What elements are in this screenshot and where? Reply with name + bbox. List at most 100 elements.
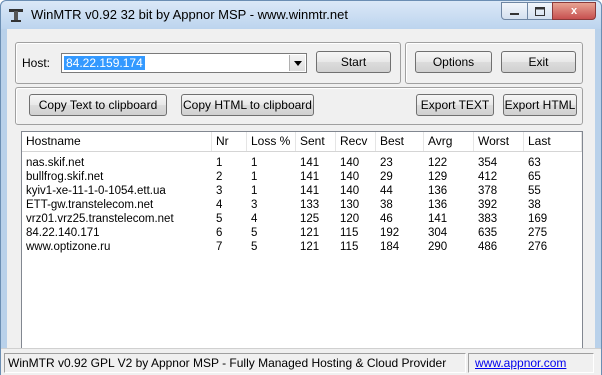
table-cell-nr: 4 <box>216 199 223 211</box>
maximize-button[interactable] <box>527 2 553 20</box>
table-cell-worst: 392 <box>478 199 498 211</box>
table-cell-best: 44 <box>380 185 393 197</box>
table-row[interactable]: kyiv1-xe-11-1-0-1054.ett.ua 3 1 141 140 44 136… <box>22 184 582 198</box>
table-cell-sent: 121 <box>300 227 320 239</box>
table-cell-sent: 141 <box>300 171 320 183</box>
table-cell-last: 65 <box>528 171 541 183</box>
table-cell-last: 63 <box>528 157 541 169</box>
table-cell-nr: 7 <box>216 241 223 253</box>
column-header-loss[interactable]: Loss % <box>247 132 296 151</box>
winmtr-window: WinMTR v0.92 32 bit by Appnor MSP - www.… <box>0 0 602 375</box>
table-cell-loss: 1 <box>251 171 258 183</box>
table-cell-recv: 115 <box>340 241 359 253</box>
table-cell-hostname: ETT-gw.transtelecom.net <box>26 199 154 211</box>
table-cell-last: 169 <box>528 213 548 225</box>
window-title: WinMTR v0.92 32 bit by Appnor MSP - www.… <box>31 7 348 22</box>
table-cell-sent: 121 <box>300 241 320 253</box>
table-cell-loss: 5 <box>251 241 258 253</box>
table-cell-last: 275 <box>528 227 548 239</box>
table-cell-hostname: nas.skif.net <box>26 157 85 169</box>
dropdown-arrow-icon[interactable] <box>289 55 305 71</box>
table-cell-avrg: 141 <box>428 213 448 225</box>
column-header-avrg[interactable]: Avrg <box>424 132 474 151</box>
options-button[interactable]: Options <box>415 51 492 73</box>
table-cell-worst: 383 <box>478 213 498 225</box>
table-cell-best: 184 <box>380 241 400 253</box>
table-cell-sent: 133 <box>300 199 320 211</box>
title-bar[interactable]: WinMTR v0.92 32 bit by Appnor MSP - www.… <box>1 1 601 29</box>
start-button[interactable]: Start <box>316 51 391 73</box>
table-cell-loss: 5 <box>251 227 258 239</box>
column-header-hostname[interactable]: Hostname <box>22 132 212 151</box>
table-cell-hostname: bullfrog.skif.net <box>26 171 104 183</box>
table-cell-worst: 378 <box>478 185 498 197</box>
main-panel: Host: 84.22.159.174 Start Options Exit C… <box>7 29 595 371</box>
table-cell-loss: 4 <box>251 213 258 225</box>
table-cell-worst: 486 <box>478 241 498 253</box>
host-group: Host: 84.22.159.174 Start <box>15 42 401 84</box>
table-cell-best: 38 <box>380 199 393 211</box>
table-cell-recv: 140 <box>340 185 360 197</box>
table-header: Hostname Nr Loss % Sent Recv Best Avrg W… <box>22 132 582 152</box>
table-cell-best: 46 <box>380 213 393 225</box>
options-exit-group: Options Exit <box>405 42 583 84</box>
table-cell-avrg: 136 <box>428 199 448 211</box>
table-cell-hostname: kyiv1-xe-11-1-0-1054.ett.ua <box>26 185 166 197</box>
column-header-sent[interactable]: Sent <box>296 132 336 151</box>
results-table[interactable]: Hostname Nr Loss % Sent Recv Best Avrg W… <box>21 131 583 371</box>
table-cell-avrg: 122 <box>428 157 448 169</box>
table-cell-recv: 115 <box>340 227 359 239</box>
status-bar: WinMTR v0.92 GPL V2 by Appnor MSP - Full… <box>1 348 601 375</box>
host-combobox[interactable]: 84.22.159.174 <box>61 53 307 73</box>
close-icon: x <box>570 5 578 17</box>
table-cell-nr: 6 <box>216 227 223 239</box>
table-cell-recv: 140 <box>340 171 360 183</box>
table-cell-avrg: 304 <box>428 227 448 239</box>
host-input-value[interactable]: 84.22.159.174 <box>64 56 145 70</box>
column-header-worst[interactable]: Worst <box>474 132 524 151</box>
column-header-last[interactable]: Last <box>524 132 582 151</box>
copy-html-button[interactable]: Copy HTML to clipboard <box>181 94 314 116</box>
column-header-nr[interactable]: Nr <box>212 132 247 151</box>
table-row[interactable]: bullfrog.skif.net 2 1 141 140 29 129 412 65 <box>22 170 582 184</box>
table-cell-sent: 141 <box>300 157 320 169</box>
table-cell-avrg: 129 <box>428 171 448 183</box>
appnor-link[interactable]: www.appnor.com <box>468 353 594 373</box>
table-cell-best: 29 <box>380 171 393 183</box>
minimize-icon <box>510 12 519 15</box>
table-cell-last: 276 <box>528 241 548 253</box>
copy-text-button[interactable]: Copy Text to clipboard <box>29 94 167 116</box>
winmtr-app-icon <box>9 9 23 22</box>
export-html-button[interactable]: Export HTML <box>503 94 577 116</box>
column-header-best[interactable]: Best <box>376 132 424 151</box>
table-cell-last: 55 <box>528 185 541 197</box>
table-cell-recv: 130 <box>340 199 360 211</box>
table-row[interactable]: vrz01.vrz25.transtelecom.net 5 4 125 120 46 14… <box>22 212 582 226</box>
table-cell-avrg: 290 <box>428 241 448 253</box>
table-cell-nr: 3 <box>216 185 223 197</box>
table-cell-best: 23 <box>380 157 393 169</box>
table-cell-worst: 412 <box>478 171 498 183</box>
table-cell-last: 38 <box>528 199 541 211</box>
table-cell-avrg: 136 <box>428 185 448 197</box>
table-row[interactable]: 84.22.140.171 6 5 121 115 192 304 635 275 <box>22 226 582 240</box>
table-cell-recv: 140 <box>340 157 360 169</box>
export-text-button[interactable]: Export TEXT <box>416 94 494 116</box>
table-cell-nr: 2 <box>216 171 223 183</box>
table-row[interactable]: www.optizone.ru 7 5 121 115 184 290 486 276 <box>22 240 582 254</box>
table-row[interactable]: nas.skif.net 1 1 141 140 23 122 354 63 <box>22 156 582 170</box>
table-cell-nr: 1 <box>216 157 223 169</box>
column-header-recv[interactable]: Recv <box>336 132 376 151</box>
copy-export-group: Copy Text to clipboard Copy HTML to clip… <box>15 87 583 125</box>
table-cell-loss: 1 <box>251 185 258 197</box>
table-cell-worst: 354 <box>478 157 498 169</box>
close-button[interactable]: x <box>552 2 596 20</box>
table-cell-loss: 3 <box>251 199 258 211</box>
table-cell-hostname: 84.22.140.171 <box>26 227 100 239</box>
minimize-button[interactable] <box>501 2 528 20</box>
table-cell-recv: 120 <box>340 213 360 225</box>
exit-button[interactable]: Exit <box>501 51 576 73</box>
maximize-icon <box>535 6 545 16</box>
table-row[interactable]: ETT-gw.transtelecom.net 4 3 133 130 38 136 392 3… <box>22 198 582 212</box>
table-cell-best: 192 <box>380 227 400 239</box>
